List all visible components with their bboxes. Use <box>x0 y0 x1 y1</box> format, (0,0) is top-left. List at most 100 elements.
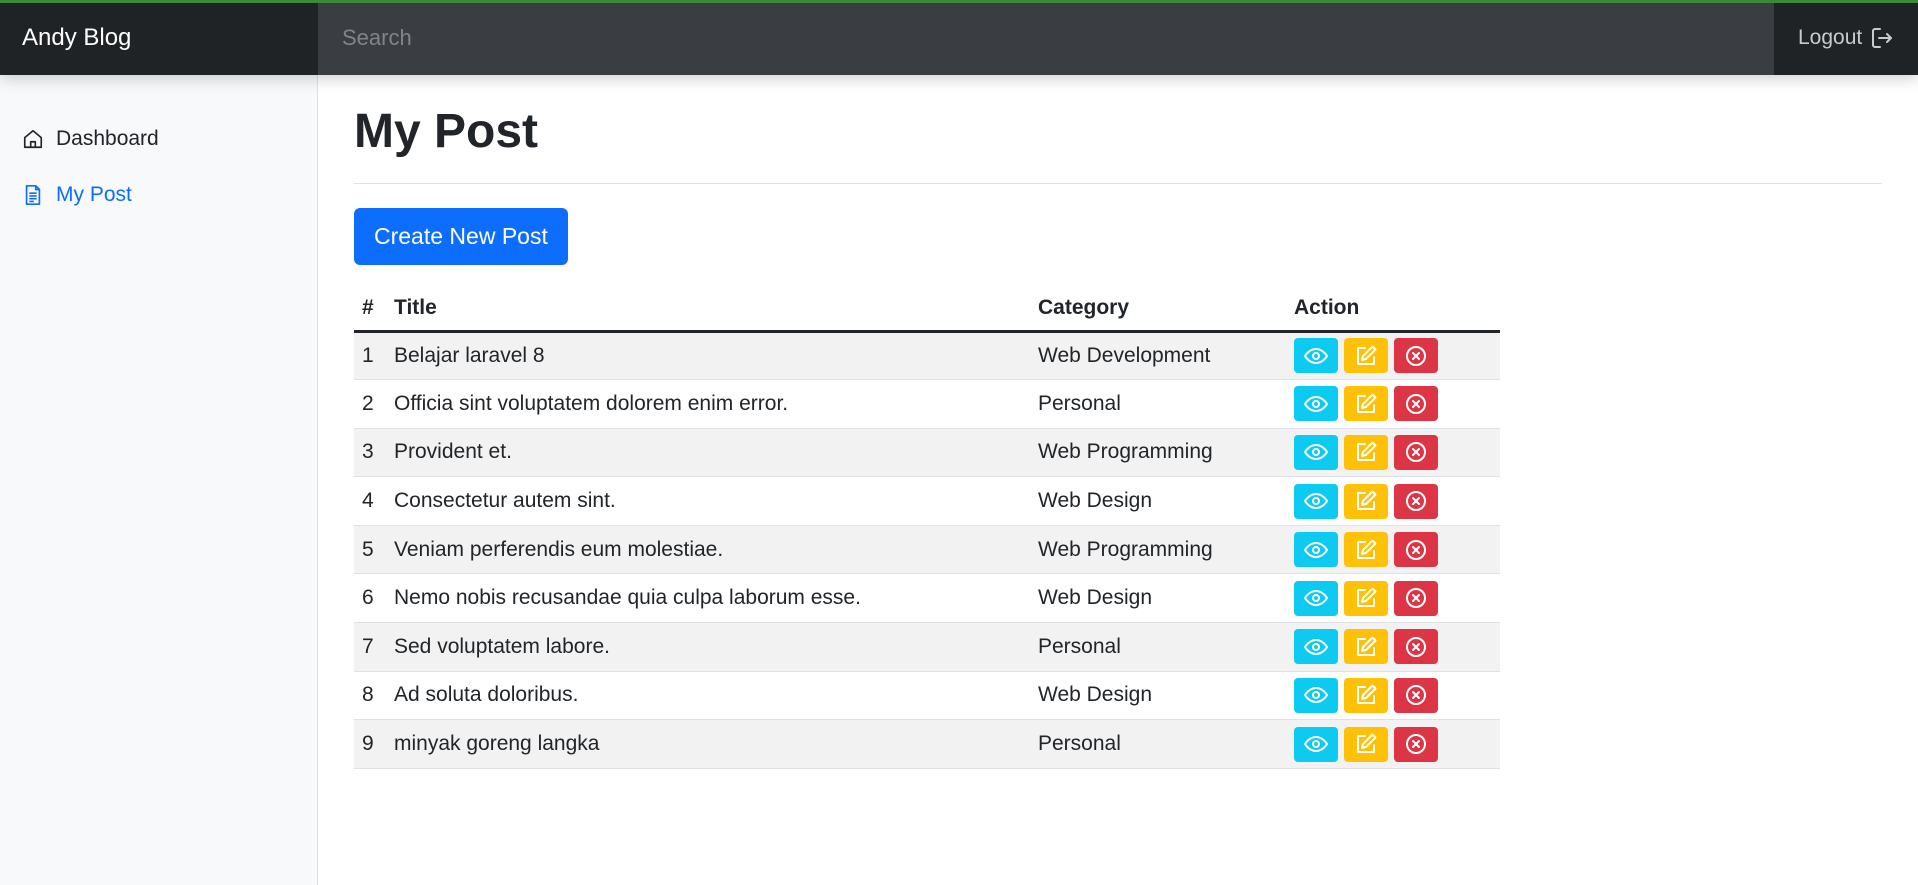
post-category: Web Design <box>1030 573 1286 624</box>
edit-button[interactable] <box>1344 726 1388 762</box>
posts-table: # Title Category Action 1 Belajar larave… <box>354 287 1500 769</box>
delete-button[interactable] <box>1394 483 1438 519</box>
row-actions <box>1286 331 1500 381</box>
brand-logo[interactable]: Andy Blog <box>0 0 318 75</box>
x-circle-icon <box>1406 442 1426 463</box>
edit-button[interactable] <box>1344 386 1388 422</box>
delete-button[interactable] <box>1394 629 1438 665</box>
row-number: 9 <box>354 719 386 769</box>
row-number: 4 <box>354 476 386 526</box>
row-actions <box>1286 719 1500 769</box>
eye-icon <box>1304 590 1328 607</box>
edit-icon <box>1357 345 1377 365</box>
row-actions <box>1286 428 1500 478</box>
view-button[interactable] <box>1294 338 1338 374</box>
search-input[interactable] <box>318 0 1774 75</box>
x-circle-icon <box>1406 345 1426 366</box>
sidebar-item-my-post[interactable]: My Post <box>0 167 317 223</box>
sidebar-item-dashboard[interactable]: Dashboard <box>0 111 317 167</box>
delete-button[interactable] <box>1394 677 1438 713</box>
view-button[interactable] <box>1294 532 1338 568</box>
post-category: Personal <box>1030 719 1286 769</box>
edit-button[interactable] <box>1344 677 1388 713</box>
edit-button[interactable] <box>1344 338 1388 374</box>
logout-label: Logout <box>1798 25 1863 49</box>
x-circle-icon <box>1406 636 1426 657</box>
post-title: Officia sint voluptatem dolorem enim err… <box>386 379 1030 429</box>
sidebar-item-label: My Post <box>56 183 132 206</box>
view-button[interactable] <box>1294 434 1338 470</box>
view-button[interactable] <box>1294 726 1338 762</box>
edit-button[interactable] <box>1344 532 1388 568</box>
table-row: 3 Provident et. Web Programming <box>354 428 1500 478</box>
table-body: 1 Belajar laravel 8 Web Development 2 Of… <box>354 331 1500 769</box>
eye-icon <box>1304 736 1328 753</box>
sidebar-item-label: Dashboard <box>56 127 159 150</box>
table-row: 6 Nemo nobis recusandae quia culpa labor… <box>354 573 1500 624</box>
x-circle-icon <box>1406 539 1426 560</box>
create-new-post-button[interactable]: Create New Post <box>354 208 568 265</box>
delete-button[interactable] <box>1394 338 1438 374</box>
post-title: Belajar laravel 8 <box>386 331 1030 381</box>
post-category: Personal <box>1030 622 1286 672</box>
edit-button[interactable] <box>1344 580 1388 616</box>
view-button[interactable] <box>1294 677 1338 713</box>
x-circle-icon <box>1406 491 1426 512</box>
table-row: 2 Officia sint voluptatem dolorem enim e… <box>354 379 1500 429</box>
view-button[interactable] <box>1294 483 1338 519</box>
column-header-number: # <box>354 287 386 333</box>
post-category: Web Design <box>1030 476 1286 526</box>
row-number: 7 <box>354 622 386 672</box>
logout-button[interactable]: Logout <box>1774 0 1918 75</box>
table-row: 9 minyak goreng langka Personal <box>354 719 1500 769</box>
file-text-icon <box>25 185 41 205</box>
table-row: 7 Sed voluptatem labore. Personal <box>354 622 1500 672</box>
row-number: 8 <box>354 671 386 721</box>
view-button[interactable] <box>1294 629 1338 665</box>
edit-icon <box>1357 733 1377 754</box>
edit-button[interactable] <box>1344 483 1388 519</box>
row-actions <box>1286 671 1500 721</box>
delete-button[interactable] <box>1394 386 1438 422</box>
column-header-action: Action <box>1286 287 1500 333</box>
edit-icon <box>1357 490 1377 511</box>
eye-icon <box>1304 347 1328 364</box>
x-circle-icon <box>1406 685 1426 706</box>
edit-button[interactable] <box>1344 629 1388 665</box>
edit-icon <box>1357 393 1377 413</box>
edit-icon <box>1357 636 1377 656</box>
table-row: 5 Veniam perferendis eum molestiae. Web … <box>354 525 1500 575</box>
view-button[interactable] <box>1294 580 1338 616</box>
eye-icon <box>1304 395 1328 412</box>
row-number: 5 <box>354 525 386 575</box>
view-button[interactable] <box>1294 386 1338 422</box>
row-number: 2 <box>354 379 386 429</box>
row-actions <box>1286 525 1500 575</box>
table-row: 8 Ad soluta doloribus. Web Design <box>354 671 1500 721</box>
row-actions <box>1286 476 1500 526</box>
post-title: Provident et. <box>386 428 1030 478</box>
eye-icon <box>1304 687 1328 704</box>
x-circle-icon <box>1406 588 1426 609</box>
edit-button[interactable] <box>1344 434 1388 470</box>
page-title: My Post <box>354 105 539 158</box>
delete-button[interactable] <box>1394 434 1438 470</box>
x-circle-icon <box>1406 734 1426 755</box>
delete-button[interactable] <box>1394 532 1438 568</box>
divider <box>354 183 1882 184</box>
row-actions <box>1286 573 1500 624</box>
edit-icon <box>1357 587 1377 608</box>
eye-icon <box>1304 444 1328 461</box>
table-row: 1 Belajar laravel 8 Web Development <box>354 331 1500 381</box>
row-number: 6 <box>354 573 386 624</box>
row-number: 1 <box>354 331 386 381</box>
delete-button[interactable] <box>1394 726 1438 762</box>
navbar: Andy Blog Logout <box>0 0 1918 75</box>
post-title: Veniam perferendis eum molestiae. <box>386 525 1030 575</box>
x-circle-icon <box>1406 393 1426 414</box>
table-header-row: # Title Category Action <box>354 287 1500 333</box>
post-category: Personal <box>1030 379 1286 429</box>
row-number: 3 <box>354 428 386 478</box>
delete-button[interactable] <box>1394 580 1438 616</box>
home-icon <box>23 129 43 149</box>
